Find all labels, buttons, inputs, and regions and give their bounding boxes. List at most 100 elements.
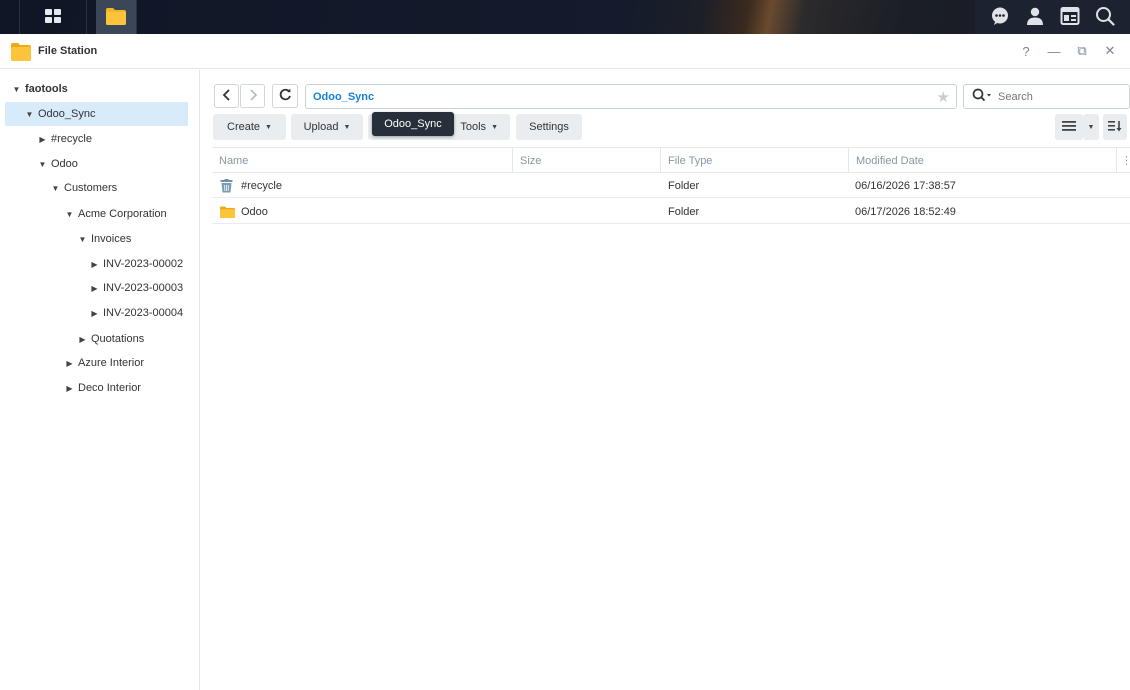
upload-label: Upload — [303, 121, 339, 133]
search-box[interactable] — [963, 84, 1130, 109]
chevron-left-icon — [222, 88, 232, 104]
list-view-button[interactable] — [1055, 114, 1083, 140]
tree-item-label: Invoices — [91, 233, 132, 245]
tree-item-inv-2023-00003[interactable]: ▶ INV-2023-00003 — [90, 276, 183, 300]
column-header-name[interactable]: Name — [212, 148, 512, 173]
tree-item-label: Acme Corporation — [78, 208, 167, 220]
tree-item-quotations[interactable]: ▶ Quotations — [78, 327, 144, 351]
help-button[interactable]: ? — [1012, 42, 1040, 60]
view-options-dropdown[interactable]: ▼ — [1083, 114, 1099, 140]
tree-item-odoo[interactable]: ▼ Odoo — [38, 152, 78, 176]
create-button[interactable]: Create ▼ — [213, 114, 286, 140]
path-bar[interactable]: Odoo_Sync ★ — [305, 84, 957, 109]
close-button[interactable]: ✕ — [1096, 42, 1124, 60]
widgets-icon[interactable] — [1060, 6, 1080, 29]
search-input[interactable] — [998, 90, 1108, 103]
tree-item-recycle[interactable]: ▶ #recycle — [38, 127, 92, 151]
folder-tree-sidebar: ▼ faotools ▼ Odoo_Sync ▶ #recycle ▼ Odoo… — [0, 70, 200, 690]
tree-item-label: Customers — [64, 182, 118, 194]
caret-right-icon[interactable]: ▶ — [90, 284, 99, 293]
folder-icon — [220, 199, 235, 224]
more-vertical-icon: ⋮ — [1121, 155, 1130, 167]
refresh-button[interactable] — [272, 84, 298, 108]
caret-right-icon[interactable]: ▶ — [38, 135, 47, 144]
modified-date: 06/16/2026 17:38:57 — [855, 179, 956, 192]
column-header-file-type[interactable]: File Type — [660, 148, 848, 173]
tree-item-deco-interior[interactable]: ▶ Deco Interior — [65, 376, 141, 400]
taskbar-divider — [86, 0, 87, 34]
tree-item-azure-interior[interactable]: ▶ Azure Interior — [65, 351, 144, 375]
caret-down-icon[interactable]: ▼ — [78, 235, 87, 244]
tree-item-customers[interactable]: ▼ Customers — [51, 176, 118, 200]
column-header-size[interactable]: Size — [512, 148, 660, 173]
window-title-bar: File Station ? — ⧉ ✕ — [0, 34, 1130, 69]
tree-root[interactable]: ▼ faotools — [12, 77, 68, 101]
tree-item-invoices[interactable]: ▼ Invoices — [78, 227, 132, 251]
table-row[interactable]: #recycle Folder 06/16/2026 17:38:57 — [212, 173, 1130, 198]
settings-button[interactable]: Settings — [516, 114, 582, 140]
tree-item-label: Odoo_Sync — [38, 108, 96, 120]
table-row[interactable]: Odoo Folder 06/17/2026 18:52:49 — [212, 199, 1130, 224]
tree-item-inv-2023-00002[interactable]: ▶ INV-2023-00002 — [90, 252, 183, 276]
chevron-right-icon — [248, 88, 258, 104]
taskbar — [0, 0, 1130, 34]
tree-item-label: #recycle — [51, 133, 92, 145]
window-controls: ? — ⧉ ✕ — [1012, 42, 1124, 60]
tree-item-label: Odoo — [51, 158, 78, 170]
create-label: Create — [227, 121, 261, 133]
tree-item-label: INV-2023-00004 — [103, 307, 184, 319]
sort-button[interactable] — [1103, 114, 1127, 140]
tree-item-label: Azure Interior — [78, 357, 145, 369]
settings-label: Settings — [529, 121, 569, 133]
caret-down-icon[interactable]: ▼ — [65, 210, 74, 219]
folder-icon — [105, 6, 127, 29]
caret-down-icon[interactable]: ▼ — [51, 184, 60, 193]
chat-icon[interactable] — [990, 6, 1010, 29]
caret-down-icon: ▼ — [343, 123, 351, 131]
file-station-taskbar-button[interactable] — [96, 0, 136, 34]
main-menu-button[interactable] — [20, 0, 86, 34]
minimize-button[interactable]: — — [1040, 42, 1068, 60]
tree-item-acme-corporation[interactable]: ▼ Acme Corporation — [65, 202, 167, 226]
tree-item-label: Deco Interior — [78, 382, 141, 394]
taskbar-divider — [136, 0, 137, 34]
caret-down-icon: ▼ — [491, 123, 498, 131]
caret-down-icon[interactable]: ▼ — [12, 85, 21, 94]
search-icon[interactable] — [972, 88, 992, 105]
caret-right-icon[interactable]: ▶ — [65, 359, 74, 368]
star-icon[interactable]: ★ — [937, 88, 950, 106]
caret-right-icon[interactable]: ▶ — [65, 384, 74, 393]
user-icon[interactable] — [1025, 6, 1045, 29]
caret-right-icon[interactable]: ▶ — [90, 260, 99, 269]
modified-date: 06/17/2026 18:52:49 — [855, 205, 956, 218]
caret-down-icon: ▼ — [1087, 123, 1095, 131]
tree-item-label: Quotations — [91, 333, 145, 345]
tree-item-label: INV-2023-00002 — [103, 258, 184, 270]
grid-icon — [44, 8, 62, 27]
tree-item-inv-2023-00004[interactable]: ▶ INV-2023-00004 — [90, 301, 183, 325]
forward-button[interactable] — [240, 84, 265, 108]
file-type: Folder — [668, 205, 700, 218]
tools-label: Tools — [460, 121, 487, 133]
sort-icon — [1108, 120, 1122, 135]
taskbar-tray — [975, 0, 1130, 34]
search-icon[interactable] — [1095, 6, 1115, 29]
caret-down-icon: ▼ — [265, 123, 272, 131]
file-name: Odoo — [241, 205, 268, 218]
tree-item-odoo-sync[interactable]: ▼ Odoo_Sync — [5, 102, 188, 126]
caret-down-icon[interactable]: ▼ — [25, 110, 34, 119]
restore-button[interactable]: ⧉ — [1068, 42, 1096, 60]
caret-right-icon[interactable]: ▶ — [90, 309, 99, 318]
back-button[interactable] — [214, 84, 239, 108]
caret-down-icon[interactable]: ▼ — [38, 160, 47, 169]
caret-right-icon[interactable]: ▶ — [78, 335, 87, 344]
file-table-header: Name Size File Type Modified Date ⋮ — [212, 147, 1130, 173]
column-header-modified-date[interactable]: Modified Date — [848, 148, 1116, 173]
upload-button[interactable]: Upload ▼ — [291, 114, 363, 140]
window-title: File Station — [38, 45, 98, 57]
refresh-icon — [279, 88, 292, 104]
tree-item-label: faotools — [25, 83, 68, 95]
trash-icon — [220, 173, 233, 198]
column-options-button[interactable]: ⋮ — [1116, 148, 1130, 173]
path-crumb[interactable]: Odoo_Sync — [313, 91, 374, 103]
